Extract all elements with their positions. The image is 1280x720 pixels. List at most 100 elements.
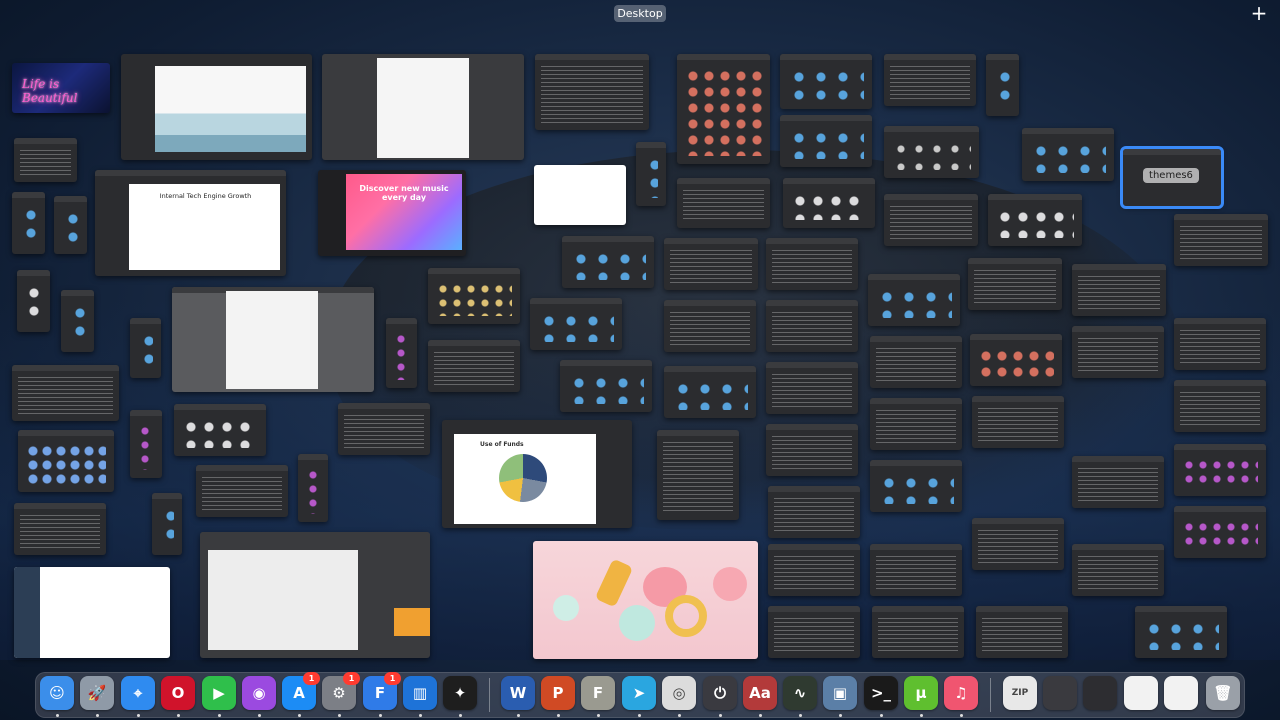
- window-list-m1[interactable]: [768, 544, 860, 596]
- window-finder-b[interactable]: [783, 178, 875, 228]
- window-file-list-3[interactable]: [884, 126, 979, 178]
- window-purple-grid-1[interactable]: [1174, 444, 1266, 496]
- window-finder-c[interactable]: [884, 194, 978, 246]
- window-neon-image[interactable]: Life is Beautiful: [12, 63, 110, 113]
- window-folder-icons-1[interactable]: [677, 54, 770, 164]
- window-themes6[interactable]: themes6: [1120, 146, 1224, 209]
- window-folder-icons-2[interactable]: [780, 115, 872, 167]
- dock-music[interactable]: ♫: [944, 676, 978, 710]
- dock-window-thumb-1[interactable]: [1043, 676, 1077, 710]
- dock-utorrent[interactable]: µ: [904, 676, 938, 710]
- window-chat-document[interactable]: [322, 54, 524, 160]
- window-grid-j2[interactable]: [870, 460, 962, 512]
- dock-dictionary[interactable]: Aa: [743, 676, 777, 710]
- window-small-4[interactable]: [130, 318, 161, 378]
- window-list-h7[interactable]: [1174, 380, 1266, 432]
- dock-window-thumb-2[interactable]: [1083, 676, 1117, 710]
- window-small-8[interactable]: [152, 493, 182, 555]
- dock-opera[interactable]: O: [161, 676, 195, 710]
- window-sm-left-2[interactable]: [54, 196, 87, 254]
- window-list-f2[interactable]: [766, 238, 858, 290]
- window-grid-files[interactable]: [562, 236, 654, 288]
- dock-chrome[interactable]: ◎: [662, 676, 696, 710]
- window-hearts-image[interactable]: [533, 541, 758, 659]
- dock-figma[interactable]: ✦: [443, 676, 477, 710]
- window-small-1[interactable]: [986, 54, 1019, 116]
- window-list-g3[interactable]: [766, 300, 858, 352]
- window-list-m2[interactable]: [870, 544, 962, 596]
- dock-shutdown[interactable]: ⏻: [703, 676, 737, 710]
- window-list-g2[interactable]: [664, 300, 756, 352]
- dock-system-preferences[interactable]: ⚙ 1: [322, 672, 360, 710]
- desktop-space-label[interactable]: Desktop: [614, 5, 666, 22]
- window-grid-h3[interactable]: [664, 366, 756, 418]
- window-list-h4[interactable]: [766, 362, 858, 414]
- dock-word[interactable]: W: [501, 676, 535, 710]
- window-icon-grid[interactable]: [428, 268, 520, 324]
- window-grid-g5[interactable]: [970, 334, 1062, 386]
- dock-archive[interactable]: ZIP: [1003, 676, 1037, 710]
- dock-safari[interactable]: ⌖: [121, 676, 155, 710]
- window-sm-left-3[interactable]: [17, 270, 50, 332]
- window-small-6[interactable]: [130, 410, 162, 478]
- add-space-button[interactable]: +: [1249, 2, 1269, 24]
- window-purple-grid-2[interactable]: [1174, 506, 1266, 558]
- window-app-grid[interactable]: [18, 430, 114, 492]
- dock-trash[interactable]: 🗑: [1206, 676, 1240, 710]
- window-terminal-small[interactable]: [14, 138, 77, 182]
- window-list-h6[interactable]: [972, 396, 1064, 448]
- window-list-k2[interactable]: [14, 503, 106, 555]
- window-list-f4[interactable]: [1072, 264, 1166, 316]
- window-grid-m7[interactable]: [1135, 606, 1227, 658]
- window-finder-d[interactable]: [988, 194, 1082, 246]
- window-list-g6[interactable]: [1072, 326, 1164, 378]
- window-code-editor[interactable]: [657, 430, 739, 520]
- dock-preview[interactable]: ▣: [823, 676, 857, 710]
- dock-window-thumb-3[interactable]: [1124, 676, 1158, 710]
- window-small-2[interactable]: [636, 142, 666, 206]
- dock-app-store[interactable]: A1: [282, 672, 320, 710]
- window-grid-i1[interactable]: [174, 404, 266, 456]
- window-folders-2[interactable]: [780, 54, 872, 109]
- dock-finder[interactable]: ☺: [40, 676, 74, 710]
- dock-trello[interactable]: ▥: [403, 676, 437, 710]
- window-list-k3[interactable]: [768, 486, 860, 538]
- window-presentation-growth[interactable]: Internal Tech Engine Growth: [95, 170, 286, 276]
- dock-fantastical[interactable]: F1: [363, 672, 401, 710]
- window-list-j3[interactable]: [1072, 456, 1164, 508]
- window-list-i2[interactable]: [338, 403, 430, 455]
- dock-terminal[interactable]: >_: [864, 676, 898, 710]
- window-list-g7[interactable]: [1174, 318, 1266, 370]
- window-blank-white[interactable]: [534, 165, 626, 225]
- window-messaging-app[interactable]: [14, 567, 170, 658]
- window-finder-a[interactable]: [677, 178, 770, 228]
- window-design-tool[interactable]: [200, 532, 430, 658]
- window-sm-left-1[interactable]: [12, 192, 45, 254]
- dock-podcasts[interactable]: ◉: [242, 676, 276, 710]
- window-use-of-funds[interactable]: Use of Funds: [442, 420, 632, 528]
- window-mountain-presentation[interactable]: [121, 54, 312, 160]
- dock-telegram[interactable]: ➤: [622, 676, 656, 710]
- window-list-m5[interactable]: [872, 606, 964, 658]
- window-list-f1[interactable]: [664, 238, 758, 290]
- window-list-k1[interactable]: [196, 465, 288, 517]
- window-small-3[interactable]: [1022, 128, 1114, 181]
- window-small-7[interactable]: [298, 454, 328, 522]
- dock-activity-monitor[interactable]: ∿: [783, 676, 817, 710]
- window-grid-g1[interactable]: [530, 298, 622, 350]
- window-sm-left-4[interactable]: [61, 290, 94, 352]
- window-list-h1[interactable]: [428, 340, 520, 392]
- window-file-list-1[interactable]: [535, 54, 649, 130]
- dock-launchpad[interactable]: 🚀: [80, 676, 114, 710]
- window-list-f3[interactable]: [968, 258, 1062, 310]
- window-list-h5[interactable]: [870, 398, 962, 450]
- dock-font-book[interactable]: F: [581, 676, 615, 710]
- window-list-m3[interactable]: [1072, 544, 1164, 596]
- window-small-5[interactable]: [386, 318, 417, 388]
- window-folders-f5[interactable]: [868, 274, 960, 326]
- dock-window-thumb-4[interactable]: [1164, 676, 1198, 710]
- window-font-preview[interactable]: [12, 365, 119, 421]
- window-list-g4[interactable]: [870, 336, 962, 388]
- window-phone-doc[interactable]: [172, 287, 374, 392]
- dock-facetime[interactable]: ▶: [202, 676, 236, 710]
